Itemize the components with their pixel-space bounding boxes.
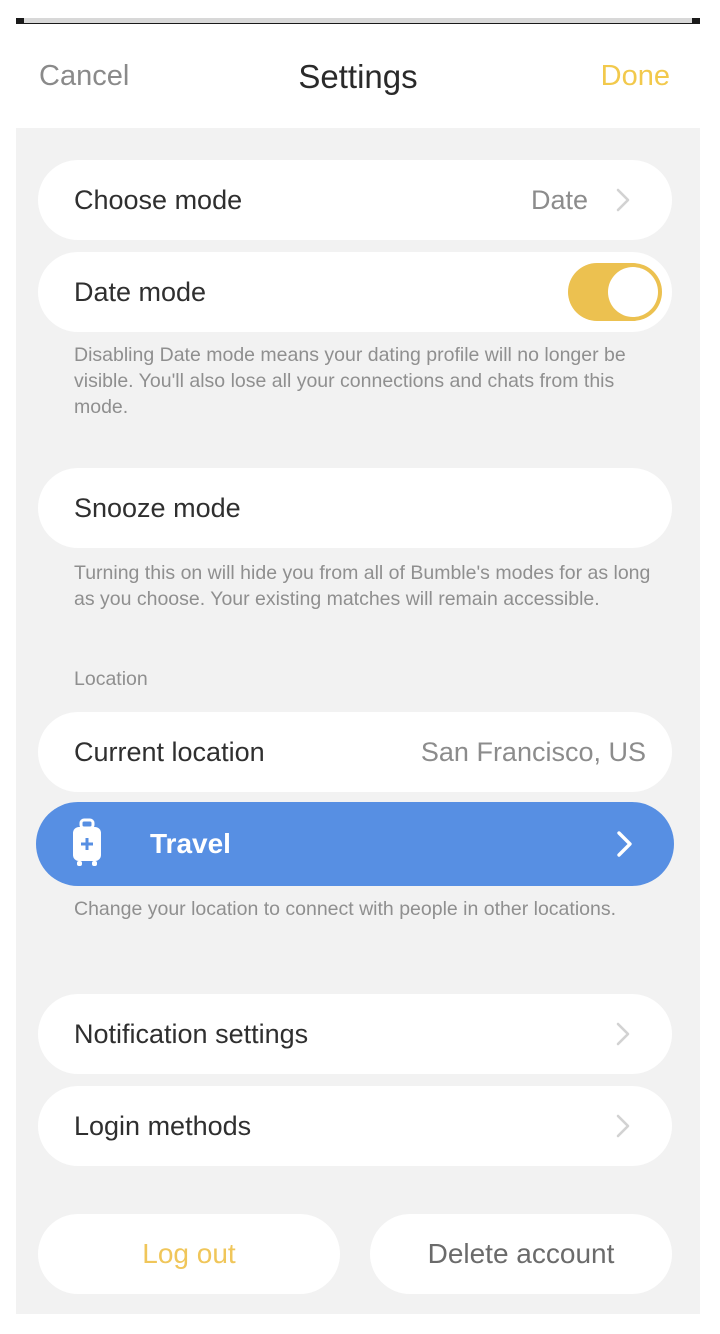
settings-screen: Cancel Settings Done Choose mode Date Da…: [16, 18, 700, 1314]
chevron-right-icon: [616, 188, 630, 212]
choose-mode-row[interactable]: Choose mode Date: [38, 160, 672, 240]
navigation-bar: Cancel Settings Done: [16, 24, 700, 128]
notification-settings-row[interactable]: Notification settings: [38, 994, 672, 1074]
chevron-right-icon: [616, 1114, 630, 1138]
travel-label: Travel: [150, 828, 231, 859]
login-methods-label: Login methods: [74, 1111, 252, 1141]
current-location-label: Current location: [74, 737, 265, 767]
date-mode-note: Disabling Date mode means your dating pr…: [74, 344, 626, 418]
travel-button[interactable]: Travel: [36, 802, 674, 886]
delete-account-button[interactable]: Delete account: [370, 1214, 672, 1294]
location-section-label: Location: [74, 668, 148, 690]
date-mode-toggle[interactable]: [568, 263, 662, 321]
done-button[interactable]: Done: [601, 60, 670, 93]
current-location-value: San Francisco, US: [420, 737, 646, 767]
current-location-row[interactable]: Current location San Francisco, US: [38, 712, 672, 792]
date-mode-row: Date mode: [38, 252, 672, 332]
login-methods-row[interactable]: Login methods: [38, 1086, 672, 1166]
snooze-mode-row[interactable]: Snooze mode: [38, 468, 672, 548]
status-bar-edge: [24, 18, 692, 23]
suitcase-icon: [73, 818, 101, 866]
date-mode-label: Date mode: [74, 277, 207, 307]
toggle-knob: [608, 267, 658, 317]
log-out-button[interactable]: Log out: [38, 1214, 340, 1294]
chevron-right-icon: [617, 831, 632, 857]
notification-settings-label: Notification settings: [74, 1019, 309, 1049]
choose-mode-value: Date: [530, 185, 588, 215]
snooze-mode-label: Snooze mode: [74, 493, 241, 523]
snooze-mode-note: Turning this on will hide you from all o…: [74, 562, 651, 610]
chevron-right-icon: [616, 1022, 630, 1046]
choose-mode-label: Choose mode: [74, 185, 243, 215]
cancel-button[interactable]: Cancel: [39, 60, 129, 93]
travel-note: Change your location to connect with peo…: [74, 898, 617, 920]
